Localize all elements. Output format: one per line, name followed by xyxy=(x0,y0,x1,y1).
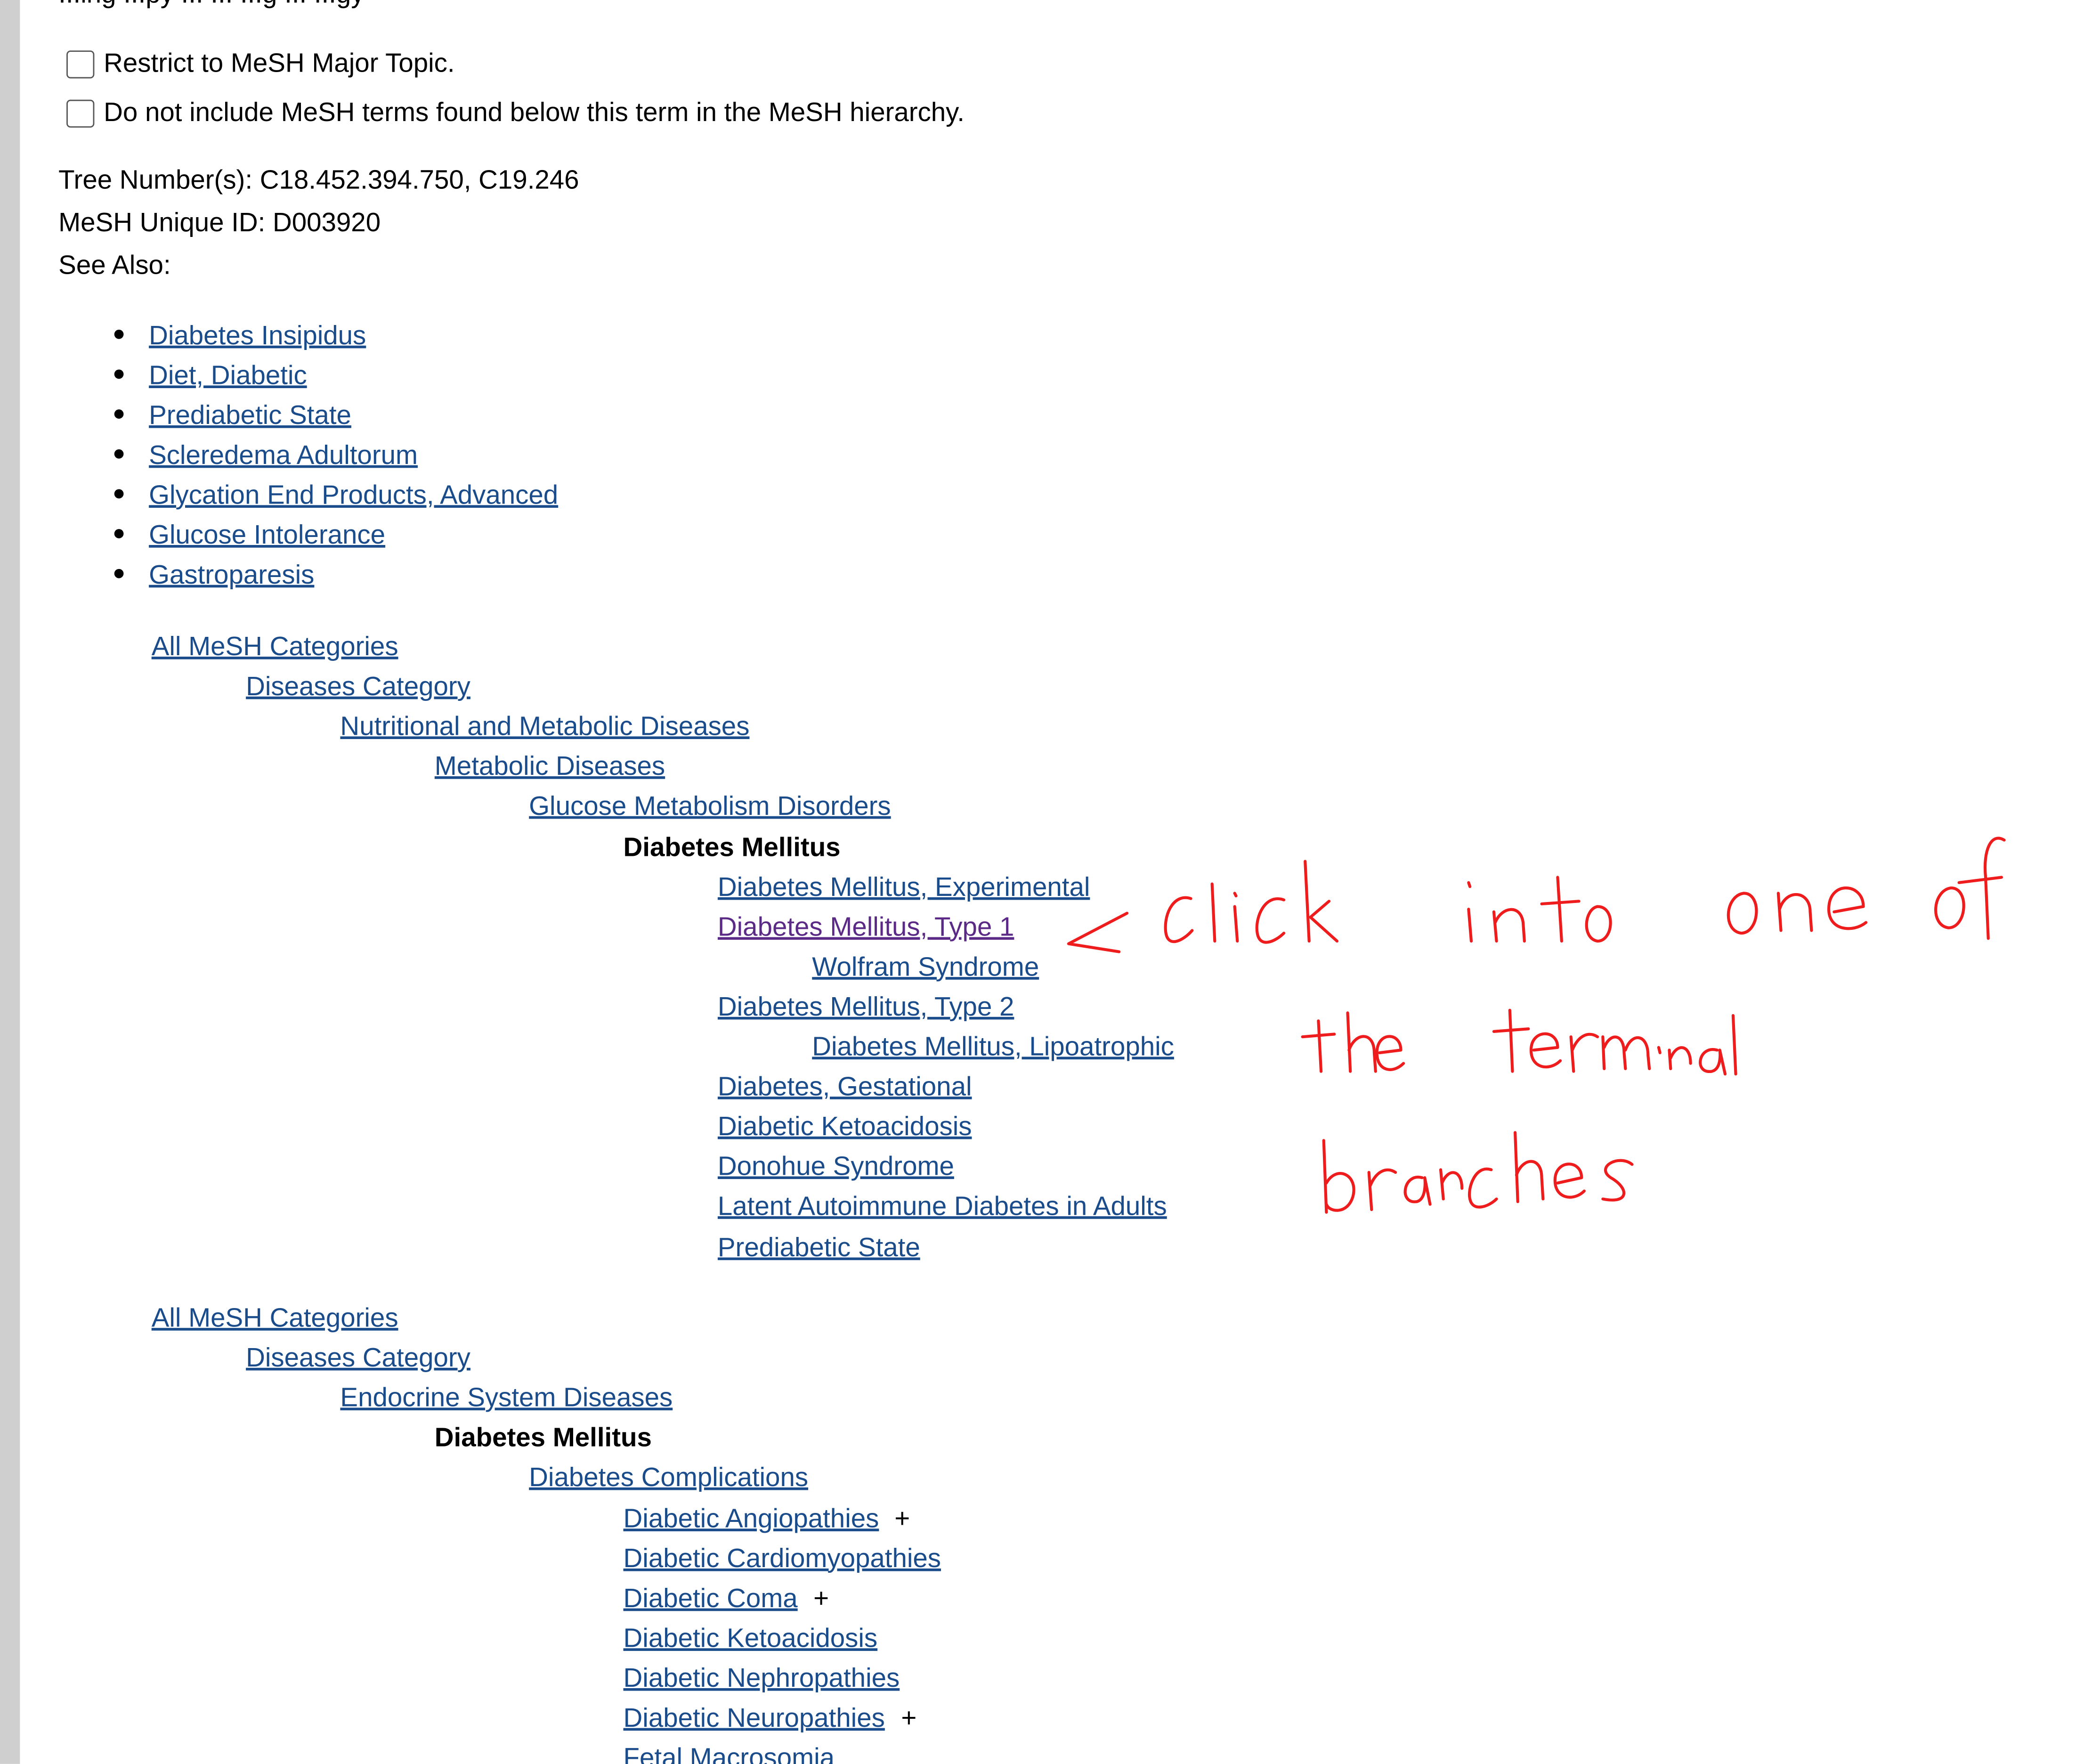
no-explode-checkbox[interactable] xyxy=(66,99,95,127)
tree-link[interactable]: All MeSH Categories xyxy=(152,1304,398,1334)
tree-node-label: Prediabetic State xyxy=(717,1233,920,1262)
list-item: Glycation End Products, Advanced xyxy=(114,481,558,512)
tree-node-label: Diabetes, Gestational xyxy=(717,1073,972,1102)
expand-plus-icon[interactable]: + xyxy=(813,1584,829,1615)
tree-link[interactable]: Diabetic Neuropathies xyxy=(624,1704,885,1735)
see-also-link[interactable]: Scleredema Adultorum xyxy=(149,441,418,471)
tree-node-label: Glucose Metabolism Disorders xyxy=(529,793,891,822)
tree-link[interactable]: Nutritional and Metabolic Diseases xyxy=(340,713,749,743)
no-explode-label: Do not include MeSH terms found below th… xyxy=(104,98,965,127)
annotation-branches xyxy=(1322,1131,1634,1214)
tree-link[interactable]: Latent Autoimmune Diabetes in Adults xyxy=(718,1193,1167,1223)
tree-link[interactable]: Diabetes Mellitus, Lipoatrophic xyxy=(812,1033,1174,1064)
unique-id: MeSH Unique ID: D003920 xyxy=(58,209,381,238)
see-also-link[interactable]: Glycation End Products, Advanced xyxy=(149,481,558,511)
tree-node-label: Diseases Category xyxy=(246,1344,470,1374)
bullet-icon xyxy=(114,409,124,419)
tree-node-label: Diabetes Mellitus, Lipoatrophic xyxy=(812,1032,1174,1062)
current-term: Diabetes Mellitus xyxy=(435,1424,652,1455)
bullet-icon xyxy=(114,449,124,459)
cutoff-paragraph: ...ing ...py ... ... ...g ... ...gy xyxy=(58,0,364,8)
list-item: Scleredema Adultorum xyxy=(114,441,418,472)
tree-link[interactable]: Diabetic Nephropathies xyxy=(624,1664,900,1695)
tree-node-label: Metabolic Diseases xyxy=(434,753,665,782)
no-explode-option[interactable]: Do not include MeSH terms found below th… xyxy=(66,96,965,130)
restrict-major-label: Restrict to MeSH Major Topic. xyxy=(104,49,455,78)
tree-node-label: Fetal Macrosomia xyxy=(623,1744,835,1764)
mesh-page: ...ing ...py ... ... ...g ... ...gy Rest… xyxy=(0,0,2084,1764)
annotation-arrow-icon xyxy=(1067,911,1129,953)
tree-node-label: Diabetic Ketoacidosis xyxy=(623,1624,878,1653)
restrict-major-option[interactable]: Restrict to MeSH Major Topic. xyxy=(66,47,455,81)
expand-plus-icon[interactable]: + xyxy=(901,1704,916,1735)
tree-node-label: Wolfram Syndrome xyxy=(812,952,1039,982)
tree-link[interactable]: Diabetic Angiopathies xyxy=(624,1504,879,1535)
see-also-link[interactable]: Gastroparesis xyxy=(149,561,314,590)
tree-link[interactable]: Diabetes Complications xyxy=(529,1464,808,1495)
annotation-the-terminal xyxy=(1301,1008,1737,1076)
see-also-label: See Also: xyxy=(58,251,171,281)
tree-link[interactable]: Wolfram Syndrome xyxy=(812,953,1039,984)
bullet-icon xyxy=(114,330,124,340)
tree-node-label: Diabetes Mellitus xyxy=(623,832,841,862)
tree-node-label: Donohue Syndrome xyxy=(717,1153,954,1182)
current-term: Diabetes Mellitus xyxy=(624,833,841,863)
tree-link[interactable]: Diabetes, Gestational xyxy=(718,1073,972,1104)
tree-link[interactable]: Diabetic Ketoacidosis xyxy=(718,1113,972,1144)
tree-link[interactable]: All MeSH Categories xyxy=(152,633,398,663)
see-also-link[interactable]: Diet, Diabetic xyxy=(149,362,307,391)
tree-link[interactable]: Diseases Category xyxy=(246,673,470,703)
tree-link[interactable]: Endocrine System Diseases xyxy=(340,1384,673,1414)
bullet-icon xyxy=(114,370,124,379)
list-item: Diet, Diabetic xyxy=(114,362,307,392)
tree-link[interactable]: Donohue Syndrome xyxy=(718,1153,954,1184)
tree-link[interactable]: Diabetic Ketoacidosis xyxy=(624,1624,878,1655)
annotation-click-into-one-of xyxy=(1164,837,2006,944)
tree-link[interactable]: Diabetic Cardiomyopathies xyxy=(624,1544,941,1575)
restrict-major-checkbox[interactable] xyxy=(66,49,95,78)
tree-link[interactable]: Fetal Macrosomia xyxy=(624,1744,835,1764)
tree-node-label: Diabetic Coma xyxy=(623,1584,798,1614)
bullet-icon xyxy=(114,489,124,499)
see-also-link[interactable]: Diabetes Insipidus xyxy=(149,322,366,351)
tree-node-label: All MeSH Categories xyxy=(151,633,398,662)
tree-link[interactable]: Glucose Metabolism Disorders xyxy=(529,793,891,823)
tree-link[interactable]: Diabetic Coma xyxy=(624,1584,798,1615)
tree-link[interactable]: Prediabetic State xyxy=(718,1233,920,1263)
tree-link[interactable]: Diabetes Mellitus, Type 2 xyxy=(718,993,1014,1024)
tree-node-label: Diabetes Complications xyxy=(529,1464,809,1494)
tree-node-label: Diabetes Mellitus, Type 1 xyxy=(717,912,1014,942)
tree-link[interactable]: Diabetes Mellitus, Type 1 xyxy=(718,913,1014,943)
tree-link[interactable]: Diseases Category xyxy=(246,1344,470,1374)
tree-link[interactable]: Diabetes Mellitus, Experimental xyxy=(718,873,1090,903)
tree-node-label: Diabetes Mellitus xyxy=(434,1424,652,1454)
see-also-link[interactable]: Glucose Intolerance xyxy=(149,521,385,550)
tree-node-label: Diabetic Neuropathies xyxy=(623,1704,885,1733)
left-scroll-rail xyxy=(0,0,20,1764)
bullet-icon xyxy=(114,529,124,539)
tree-node-label: Diabetic Ketoacidosis xyxy=(717,1113,972,1142)
tree-node-label: Diabetic Cardiomyopathies xyxy=(623,1544,941,1574)
tree-node-label: Latent Autoimmune Diabetes in Adults xyxy=(717,1193,1167,1222)
tree-node-label: All MeSH Categories xyxy=(151,1304,398,1333)
tree-node-label: Diabetes Mellitus, Experimental xyxy=(717,872,1090,902)
tree-node-label: Diabetic Angiopathies xyxy=(623,1504,879,1534)
tree-node-label: Diabetes Mellitus, Type 2 xyxy=(717,992,1014,1022)
tree-node-label: Diabetic Nephropathies xyxy=(623,1664,900,1693)
tree-node-label: Nutritional and Metabolic Diseases xyxy=(340,713,750,742)
tree-node-label: Diseases Category xyxy=(246,673,470,702)
list-item: Diabetes Insipidus xyxy=(114,322,366,352)
tree-link[interactable]: Metabolic Diseases xyxy=(435,753,665,783)
list-item: Gastroparesis xyxy=(114,561,314,592)
see-also-link[interactable]: Prediabetic State xyxy=(149,401,351,431)
tree-node-label: Endocrine System Diseases xyxy=(340,1384,673,1414)
tree-numbers: Tree Number(s): C18.452.394.750, C19.246 xyxy=(58,166,579,195)
list-item: Glucose Intolerance xyxy=(114,521,385,552)
expand-plus-icon[interactable]: + xyxy=(894,1504,910,1535)
bullet-icon xyxy=(114,569,124,579)
list-item: Prediabetic State xyxy=(114,401,351,432)
